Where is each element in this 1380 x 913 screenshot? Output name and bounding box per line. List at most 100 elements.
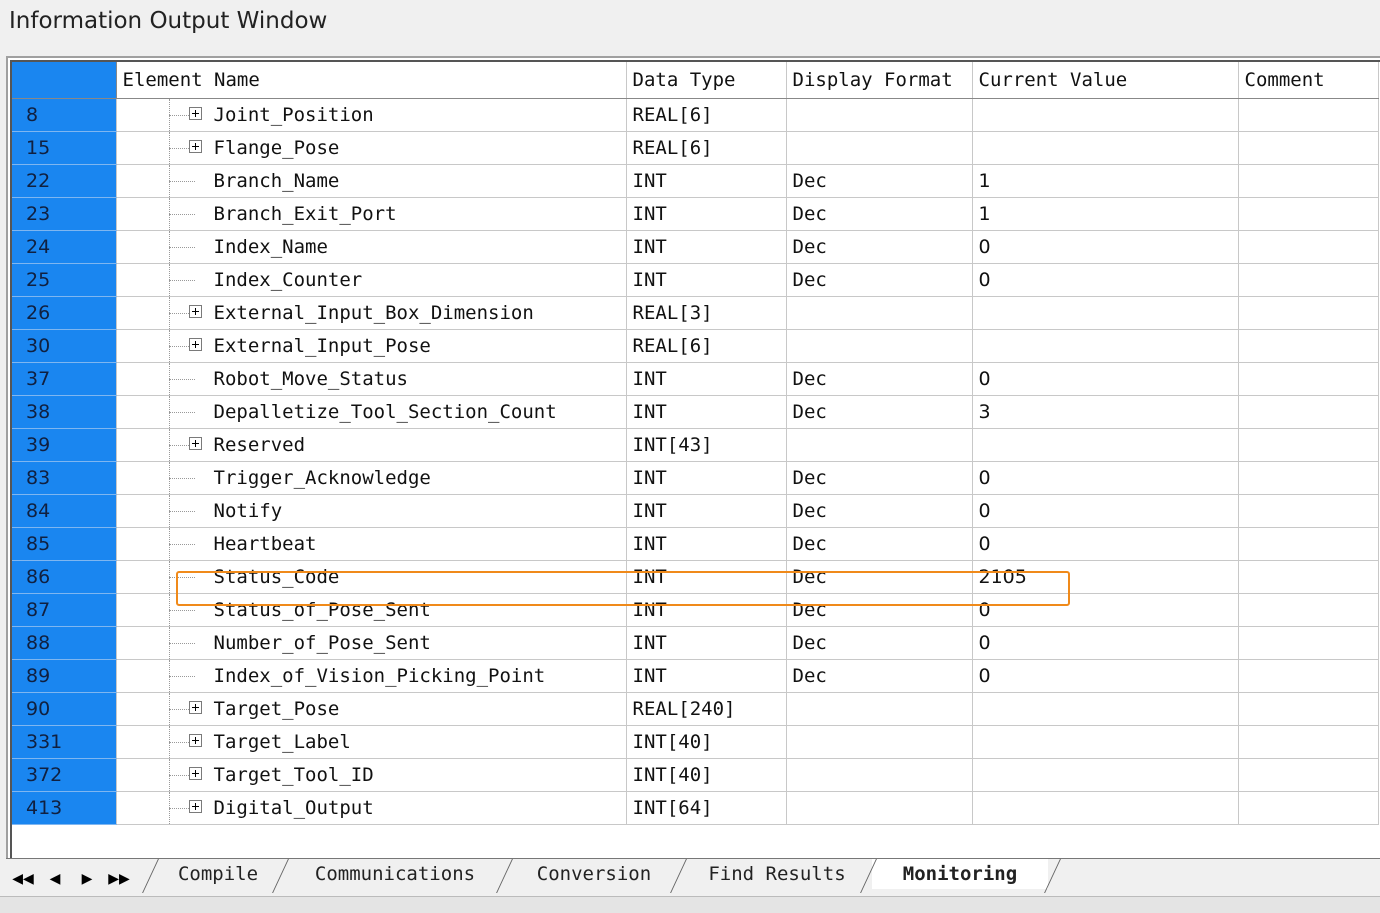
table-row[interactable]: 15 Flange_Pose REAL[6]	[12, 131, 1379, 165]
comment-cell[interactable]	[1238, 131, 1379, 165]
element-name-cell[interactable]: Number_of_Pose_Sent	[116, 626, 627, 660]
table-row[interactable]: 83 Trigger_Acknowledge INT Dec 0	[12, 461, 1379, 495]
comment-cell[interactable]	[1238, 98, 1379, 132]
current-value-cell[interactable]: 0	[972, 626, 1239, 660]
column-header-comment[interactable]: Comment	[1238, 62, 1379, 99]
element-name-cell[interactable]: Target_Tool_ID	[116, 758, 627, 792]
row-index[interactable]: 8	[12, 98, 117, 132]
expand-plus-icon[interactable]	[188, 139, 202, 153]
comment-cell[interactable]	[1238, 428, 1379, 462]
display-format-cell[interactable]	[786, 791, 973, 825]
data-type-cell[interactable]: REAL[6]	[626, 329, 787, 363]
data-type-cell[interactable]: INT	[626, 164, 787, 198]
comment-cell[interactable]	[1238, 758, 1379, 792]
element-name-cell[interactable]: Heartbeat	[116, 527, 627, 561]
table-row[interactable]: 90 Target_Pose REAL[240]	[12, 692, 1379, 726]
row-index[interactable]: 26	[12, 296, 117, 330]
current-value-cell[interactable]: 1	[972, 197, 1239, 231]
comment-cell[interactable]	[1238, 791, 1379, 825]
header-corner[interactable]	[12, 62, 117, 99]
row-index[interactable]: 331	[12, 725, 117, 759]
element-name-cell[interactable]: External_Input_Pose	[116, 329, 627, 363]
expand-plus-icon[interactable]	[188, 436, 202, 450]
current-value-cell[interactable]: 1	[972, 164, 1239, 198]
display-format-cell[interactable]: Dec	[786, 593, 973, 627]
row-index[interactable]: 37	[12, 362, 117, 396]
comment-cell[interactable]	[1238, 329, 1379, 363]
tab-conversion[interactable]: Conversion	[508, 859, 680, 889]
display-format-cell[interactable]: Dec	[786, 362, 973, 396]
display-format-cell[interactable]: Dec	[786, 659, 973, 693]
column-header-data-type[interactable]: Data Type	[626, 62, 787, 99]
tab-find-results[interactable]: Find Results	[682, 859, 872, 889]
data-type-cell[interactable]: REAL[240]	[626, 692, 787, 726]
current-value-cell[interactable]: 0	[972, 494, 1239, 528]
element-name-cell[interactable]: Digital_Output	[116, 791, 627, 825]
display-format-cell[interactable]	[786, 692, 973, 726]
row-index[interactable]: 87	[12, 593, 117, 627]
comment-cell[interactable]	[1238, 560, 1379, 594]
element-name-cell[interactable]: Index_of_Vision_Picking_Point	[116, 659, 627, 693]
element-name-cell[interactable]: Robot_Move_Status	[116, 362, 627, 396]
data-type-cell[interactable]: INT	[626, 461, 787, 495]
data-type-cell[interactable]: INT	[626, 560, 787, 594]
first-tab-icon[interactable]: ◀◀	[8, 867, 38, 891]
element-name-cell[interactable]: Reserved	[116, 428, 627, 462]
expand-plus-icon[interactable]	[188, 304, 202, 318]
data-type-cell[interactable]: REAL[6]	[626, 98, 787, 132]
expand-plus-icon[interactable]	[188, 799, 202, 813]
current-value-cell[interactable]	[972, 329, 1239, 363]
display-format-cell[interactable]	[786, 329, 973, 363]
display-format-cell[interactable]: Dec	[786, 197, 973, 231]
current-value-cell[interactable]	[972, 758, 1239, 792]
display-format-cell[interactable]	[786, 758, 973, 792]
data-type-cell[interactable]: INT[64]	[626, 791, 787, 825]
table-row[interactable]: 372 Target_Tool_ID INT[40]	[12, 758, 1379, 792]
row-index[interactable]: 413	[12, 791, 117, 825]
data-type-cell[interactable]: INT	[626, 362, 787, 396]
data-type-cell[interactable]: INT	[626, 197, 787, 231]
expand-plus-icon[interactable]	[188, 337, 202, 351]
comment-cell[interactable]	[1238, 164, 1379, 198]
comment-cell[interactable]	[1238, 593, 1379, 627]
table-row[interactable]: 89 Index_of_Vision_Picking_Point INT Dec 0	[12, 659, 1379, 693]
current-value-cell[interactable]: 0	[972, 362, 1239, 396]
element-name-cell[interactable]: Target_Label	[116, 725, 627, 759]
tab-communications[interactable]: Communications	[284, 859, 506, 889]
display-format-cell[interactable]: Dec	[786, 527, 973, 561]
tab-monitoring[interactable]: Monitoring	[872, 859, 1048, 889]
table-row[interactable]: 26 External_Input_Box_Dimension REAL[3]	[12, 296, 1379, 330]
table-row[interactable]: 24 Index_Name INT Dec 0	[12, 230, 1379, 264]
element-name-cell[interactable]: Notify	[116, 494, 627, 528]
element-name-cell[interactable]: External_Input_Box_Dimension	[116, 296, 627, 330]
row-index[interactable]: 86	[12, 560, 117, 594]
table-row[interactable]: 86 Status_Code INT Dec 2105	[12, 560, 1379, 594]
expand-plus-icon[interactable]	[188, 700, 202, 714]
current-value-cell[interactable]: 0	[972, 593, 1239, 627]
display-format-cell[interactable]: Dec	[786, 494, 973, 528]
current-value-cell[interactable]: 3	[972, 395, 1239, 429]
next-tab-icon[interactable]: ▶	[72, 867, 102, 891]
table-row[interactable]: 23 Branch_Exit_Port INT Dec 1	[12, 197, 1379, 231]
row-index[interactable]: 88	[12, 626, 117, 660]
current-value-cell[interactable]: 2105	[972, 560, 1239, 594]
display-format-cell[interactable]	[786, 296, 973, 330]
table-row[interactable]: 22 Branch_Name INT Dec 1	[12, 164, 1379, 198]
comment-cell[interactable]	[1238, 362, 1379, 396]
data-type-cell[interactable]: REAL[6]	[626, 131, 787, 165]
current-value-cell[interactable]	[972, 98, 1239, 132]
row-index[interactable]: 85	[12, 527, 117, 561]
row-index[interactable]: 38	[12, 395, 117, 429]
column-header-element-name[interactable]: Element Name	[116, 62, 627, 99]
row-index[interactable]: 83	[12, 461, 117, 495]
table-row[interactable]: 39 Reserved INT[43]	[12, 428, 1379, 462]
row-index[interactable]: 90	[12, 692, 117, 726]
comment-cell[interactable]	[1238, 461, 1379, 495]
current-value-cell[interactable]: 0	[972, 527, 1239, 561]
expand-plus-icon[interactable]	[188, 106, 202, 120]
data-type-cell[interactable]: INT	[626, 395, 787, 429]
current-value-cell[interactable]	[972, 791, 1239, 825]
data-type-cell[interactable]: REAL[3]	[626, 296, 787, 330]
row-index[interactable]: 15	[12, 131, 117, 165]
row-index[interactable]: 89	[12, 659, 117, 693]
